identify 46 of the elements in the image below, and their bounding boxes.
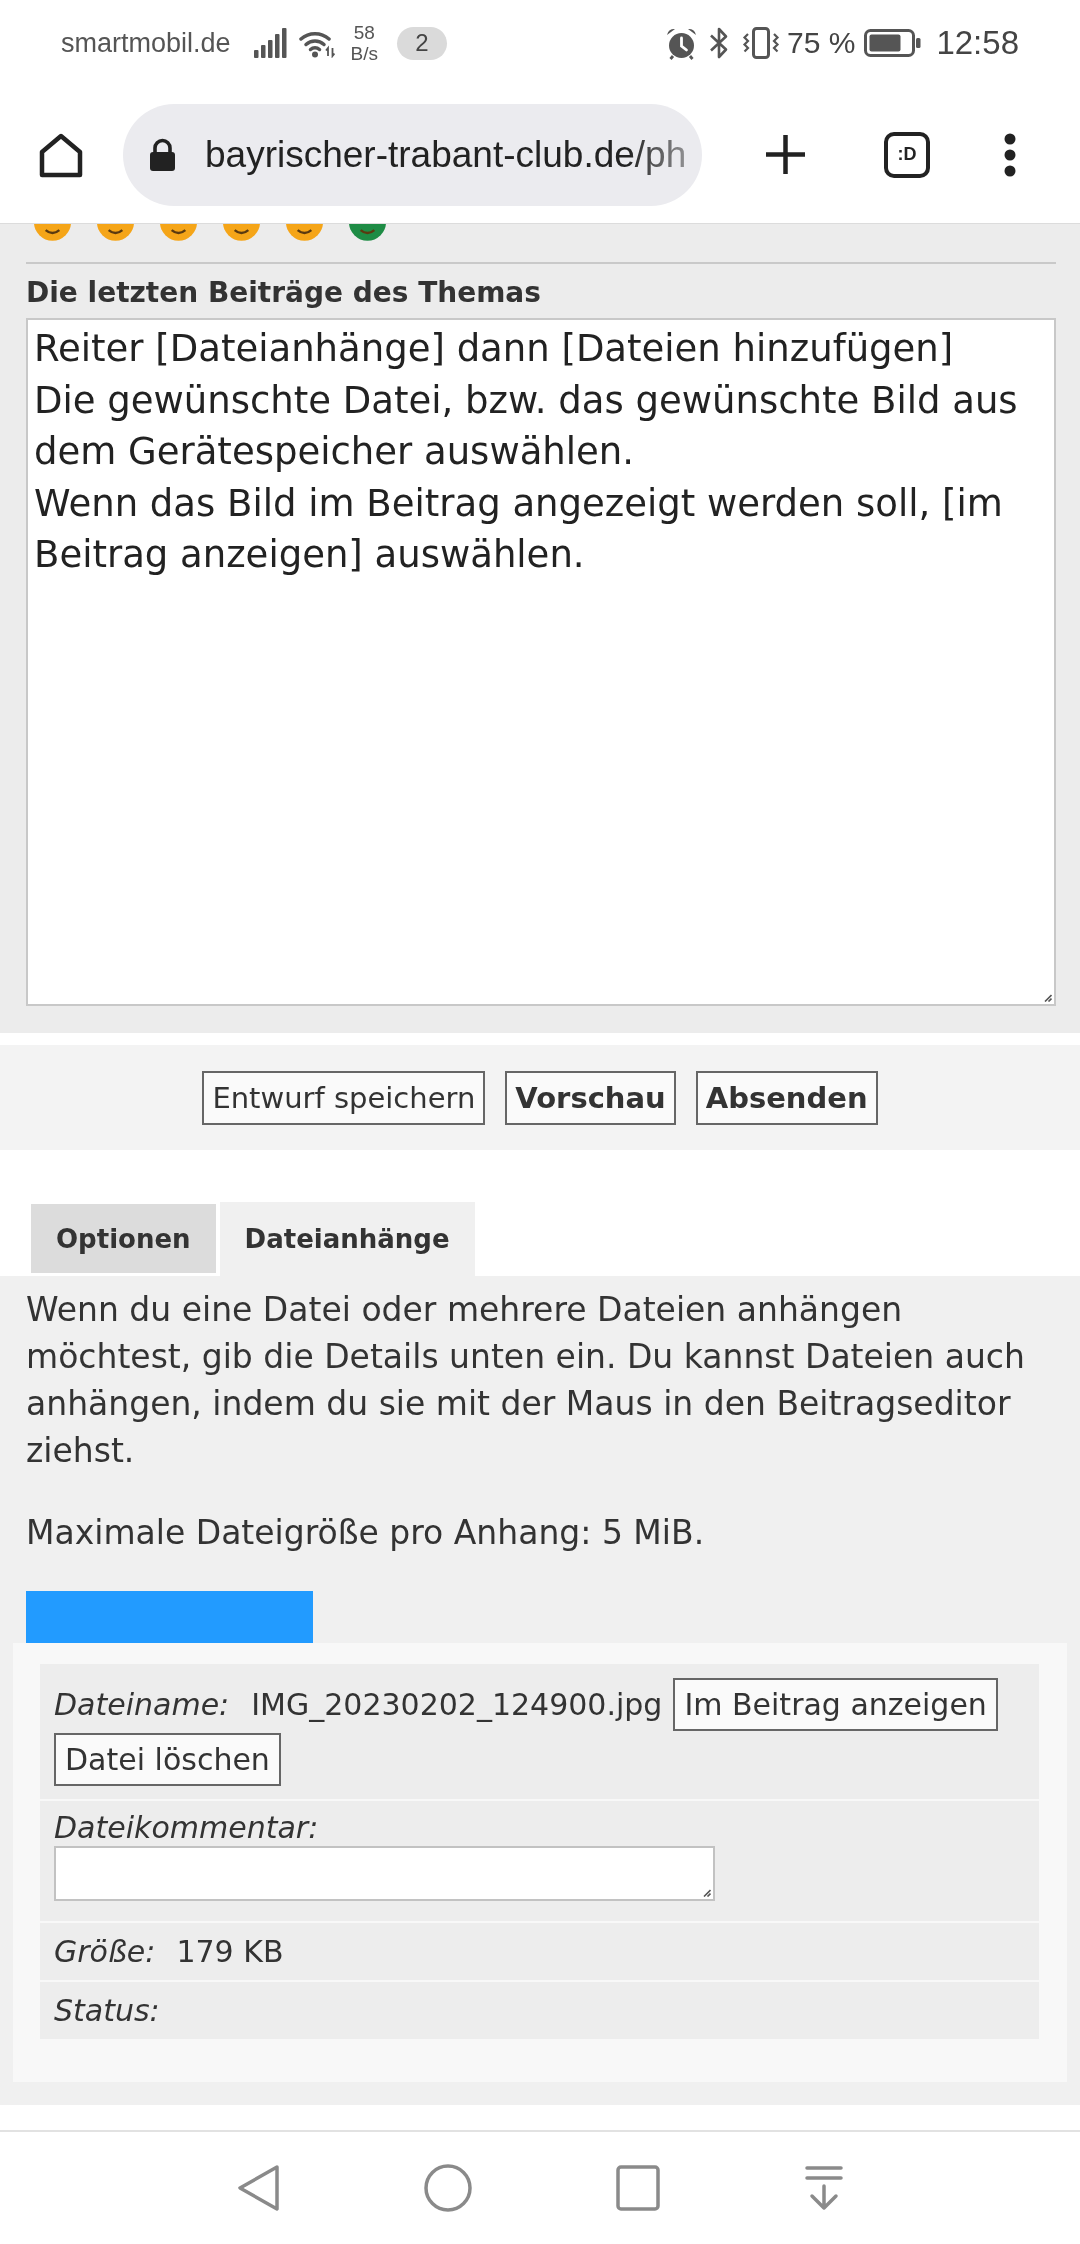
notification-badge: 2 (397, 26, 447, 60)
battery-percent: 75 % (787, 26, 856, 60)
tab-switcher-button[interactable]: :D (884, 131, 930, 178)
home-icon[interactable] (38, 131, 84, 178)
resize-grip-icon[interactable] (703, 1889, 711, 1897)
form-button[interactable]: Vorschau (505, 1070, 676, 1125)
home-circle-icon[interactable] (423, 2164, 472, 2212)
back-icon[interactable] (236, 2164, 280, 2212)
attachment-button[interactable]: Datei löschen (54, 1733, 281, 1786)
resize-grip-icon[interactable] (1044, 994, 1052, 1002)
field-label: Größe: (54, 1933, 156, 1970)
speed-unit: B/s (350, 43, 378, 64)
menu-icon[interactable] (1002, 131, 1018, 178)
alarm-clock-icon (665, 26, 698, 60)
max-size-text: Maximale Dateigröße pro Anhang: 5 MiB. (26, 1512, 706, 1554)
smiley-icon[interactable] (96, 224, 135, 242)
tab[interactable]: Dateianhänge (219, 1202, 475, 1276)
file-name: IMG_20230202_124900.jpg (251, 1686, 663, 1723)
comment-field[interactable] (54, 1846, 715, 1901)
smiley-icon[interactable] (33, 224, 72, 242)
vibrate-icon (742, 27, 780, 59)
smiley-icon[interactable] (222, 224, 261, 242)
tab[interactable]: Optionen (31, 1204, 216, 1273)
carrier-name: smartmobil.de (61, 27, 231, 59)
field-label: Status: (54, 1992, 160, 2029)
message-textarea[interactable]: Reiter [Dateianhänge] dann [Dateien hinzufügen] Die gewünschte Datei, bzw. das gewünschte Bild aus dem Gerätespeicher auswählen. Wenn das Bild im Beitrag angezeigt werden soll, [im Beitrag anzeigen] auswählen. (26, 318, 1056, 1006)
form-button[interactable]: Absenden (695, 1070, 878, 1125)
form-button[interactable]: Entwurf speichern (202, 1070, 486, 1125)
intro-paragraph: Wenn du eine Datei oder mehrere Dateien anhängen möchtest, gib die Details unten ein. Du kannst Dateien auch anhängen, indem du sie mit der Maus in den Beitragseditor ziehst. (26, 1289, 1026, 1472)
down-arrow-icon[interactable] (803, 2165, 844, 2211)
signal-icon (253, 28, 287, 58)
smiley-icon[interactable] (348, 224, 387, 242)
smiley-icon[interactable] (159, 224, 198, 242)
file-size: 179 KB (176, 1933, 284, 1970)
smiley-icon[interactable] (285, 224, 324, 242)
section-heading: Die letzten Beiträge des Themas (26, 276, 542, 310)
address-bar[interactable]: bayrischer-trabant-club.de/ph (123, 103, 702, 206)
plus-icon[interactable] (764, 133, 807, 176)
battery-icon (864, 29, 922, 57)
recents-square-icon[interactable] (615, 2165, 660, 2211)
lock-icon (148, 137, 177, 172)
field-label: Dateikommentar: (54, 1809, 319, 1846)
attachment-button[interactable]: Im Beitrag anzeigen (673, 1678, 998, 1731)
field-label: Dateiname: (54, 1686, 230, 1723)
clock-time: 12:58 (936, 24, 1019, 62)
speed-value: 58 (353, 22, 375, 43)
